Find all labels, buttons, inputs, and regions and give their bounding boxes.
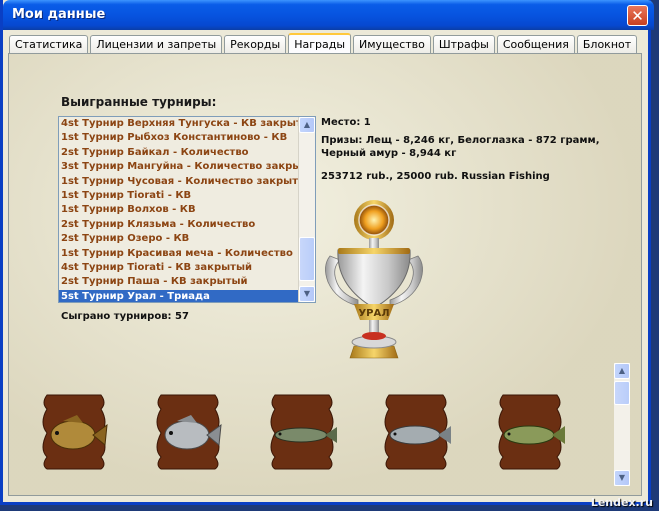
tab-licenses[interactable]: Лицензии и запреты — [90, 35, 223, 54]
scroll-thumb[interactable] — [614, 381, 630, 405]
window: Мои данные ✕ Статистика Лицензии и запре… — [0, 0, 654, 505]
tournaments-list[interactable]: 4st Турнир Верхняя Тунгуска - КВ закрыты… — [58, 116, 316, 303]
fish-plaque[interactable] — [379, 393, 453, 471]
arrow-down-icon: ▼ — [303, 289, 311, 298]
cup-label: УРАЛ — [358, 308, 389, 319]
fish-plaque[interactable] — [265, 393, 339, 471]
list-item[interactable]: 1st Турнир Чусовая - Количество закрытый — [59, 175, 298, 189]
list-item[interactable]: 2st Турнир Байкал - Количество — [59, 146, 298, 160]
title-bar[interactable]: Мои данные ✕ — [3, 0, 654, 30]
tab-bar: Статистика Лицензии и запреты Рекорды На… — [9, 33, 639, 55]
prizes-text: Призы: Лещ - 8,246 кг, Белоглазка - 872 … — [321, 135, 600, 159]
list-item[interactable]: 1st Турнир Красивая меча - Количество — [59, 247, 298, 261]
list-item[interactable]: 2st Турнир Паша - КВ закрытый — [59, 275, 298, 289]
fish-plaque[interactable] — [37, 393, 111, 471]
awards-panel: Выигранные турниры: 4st Турнир Верхняя Т… — [8, 53, 642, 496]
scroll-down-button[interactable]: ▼ — [299, 286, 315, 302]
trophy-cup-icon: УРАЛ — [325, 200, 423, 359]
list-item[interactable]: 1st Турнир Волхов - КВ — [59, 203, 298, 217]
list-item[interactable]: 1st Турнир Рыбхоз Константиново - КВ — [59, 131, 298, 145]
scroll-down-button[interactable]: ▼ — [614, 470, 630, 486]
fish-plaque[interactable] — [493, 393, 567, 471]
tab-fines[interactable]: Штрафы — [432, 35, 495, 54]
tab-statistics[interactable]: Статистика — [9, 35, 89, 54]
list-scrollbar[interactable]: ▲ ▼ — [298, 117, 315, 302]
arrow-down-icon: ▼ — [618, 473, 626, 482]
close-button[interactable]: ✕ — [627, 5, 648, 26]
fish-trophies — [33, 389, 611, 482]
list-item[interactable]: 2st Турнир Озеро - КВ — [59, 232, 298, 246]
arrow-up-icon: ▲ — [618, 366, 626, 375]
watermark: Lendex.ru — [590, 496, 653, 509]
scroll-up-button[interactable]: ▲ — [299, 117, 315, 133]
scroll-up-button[interactable]: ▲ — [614, 363, 630, 379]
panel-scrollbar[interactable]: ▲ ▼ — [614, 363, 630, 486]
tournament-details: Место: 1 Призы: Лещ - 8,246 кг, Белоглаз… — [321, 116, 621, 188]
list-item-selected[interactable]: 5st Турнир Урал - Триада — [59, 289, 298, 302]
won-tournaments-label: Выигранные турниры: — [61, 95, 217, 109]
fish-plaque[interactable] — [151, 393, 225, 471]
tab-records[interactable]: Рекорды — [224, 35, 287, 54]
list-item[interactable]: 4st Турнир Tiorati - КВ закрытый — [59, 261, 298, 275]
reward-text: 253712 rub., 25000 rub. Russian Fishing — [321, 171, 550, 182]
list-item[interactable]: 1st Турнир Tiorati - КВ — [59, 189, 298, 203]
arrow-up-icon: ▲ — [303, 120, 311, 129]
tab-messages[interactable]: Сообщения — [496, 35, 575, 54]
tab-notepad[interactable]: Блокнот — [576, 35, 638, 54]
scroll-thumb[interactable] — [299, 237, 315, 281]
window-title: Мои данные — [12, 7, 106, 22]
tab-awards[interactable]: Награды — [288, 33, 352, 55]
place-text: Место: 1 — [321, 117, 371, 128]
list-item[interactable]: 2st Турнир Клязьма - Количество — [59, 218, 298, 232]
close-icon: ✕ — [631, 7, 644, 25]
tournaments-played: Сыграно турниров: 57 — [61, 311, 189, 322]
list-item[interactable]: 4st Турнир Верхняя Тунгуска - КВ закрыты… — [59, 117, 298, 131]
tab-property[interactable]: Имущество — [353, 35, 431, 54]
list-item[interactable]: 3st Турнир Мангуйна - Количество закрыты… — [59, 160, 298, 174]
